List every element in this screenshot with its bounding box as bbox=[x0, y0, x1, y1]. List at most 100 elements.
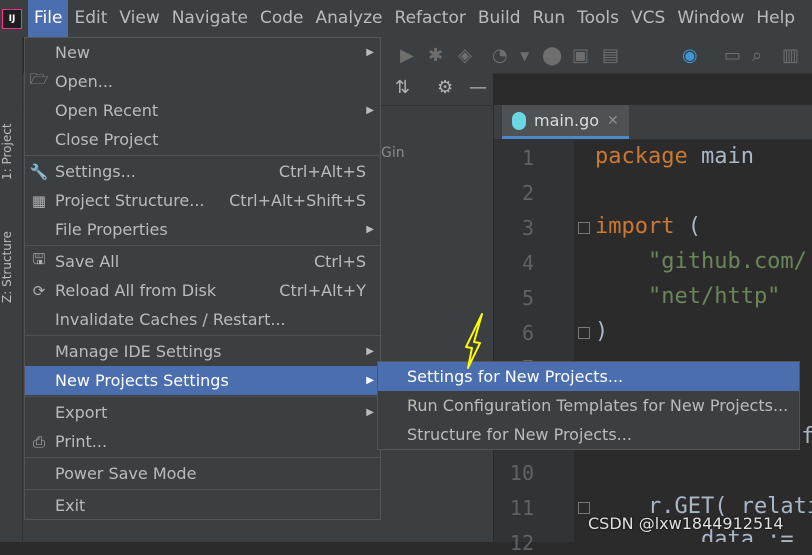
code-editor[interactable]: package main import ( "github.com/ "net/… bbox=[574, 140, 812, 542]
menu-refactor[interactable]: Refactor bbox=[389, 0, 472, 37]
tree-label-gin: Gin bbox=[381, 145, 405, 161]
submenu-item-settings-for-new-projects[interactable]: Settings for New Projects... bbox=[378, 362, 799, 391]
menu-item-save-all[interactable]: 🖫 Save All Ctrl+S bbox=[25, 247, 380, 276]
menu-item-close-project[interactable]: Close Project bbox=[25, 125, 380, 154]
save-icon: 🖫 bbox=[32, 250, 46, 268]
minimize-icon[interactable]: — bbox=[469, 77, 487, 98]
new-projects-settings-submenu: Settings for New Projects... Run Configu… bbox=[377, 361, 800, 450]
folder-icon: 🗁 bbox=[29, 70, 49, 88]
search-icon[interactable]: ⌕ bbox=[752, 45, 762, 66]
annotation-arrow-icon bbox=[465, 313, 483, 369]
attach-icon[interactable]: ▣ bbox=[572, 45, 589, 66]
menu-item-manage-ide-settings[interactable]: Manage IDE Settings ▶ bbox=[25, 337, 380, 366]
fold-marker-icon[interactable] bbox=[578, 502, 590, 514]
stop-icon[interactable]: ⬤ bbox=[542, 45, 562, 66]
menu-separator bbox=[25, 396, 380, 397]
line-number: 1 bbox=[521, 146, 534, 170]
line-number: 2 bbox=[521, 181, 534, 205]
submenu-arrow-icon: ▶ bbox=[366, 105, 374, 116]
coverage-icon[interactable]: ◈ bbox=[458, 45, 472, 66]
menu-item-file-properties[interactable]: File Properties ▶ bbox=[25, 215, 380, 244]
file-menu-popup: New ▶ 🗁 Open... Open Recent ▶ Close Proj… bbox=[24, 37, 381, 520]
code-line-5: "net/http" bbox=[595, 284, 781, 309]
code-line-3: import ( bbox=[595, 214, 701, 239]
submenu-item-structure-for-new-projects[interactable]: Structure for New Projects... bbox=[378, 420, 799, 449]
watermark: CSDN @lxw1844912514 bbox=[588, 514, 784, 533]
submenu-arrow-icon: ▶ bbox=[366, 375, 374, 386]
menu-item-power-save-mode[interactable]: Power Save Mode bbox=[25, 459, 380, 488]
menu-item-export[interactable]: Export ▶ bbox=[25, 398, 380, 427]
menu-separator bbox=[25, 335, 380, 336]
profile-icon[interactable]: ◔ bbox=[492, 45, 508, 66]
tab-project[interactable]: 1: Project bbox=[0, 107, 22, 197]
menu-run[interactable]: Run bbox=[527, 0, 572, 37]
menu-navigate[interactable]: Navigate bbox=[166, 0, 254, 37]
line-number: 11 bbox=[509, 496, 534, 520]
submenu-arrow-icon: ▶ bbox=[366, 407, 374, 418]
fold-marker-icon[interactable] bbox=[578, 327, 590, 339]
code-line-4: "github.com/ bbox=[595, 249, 807, 274]
reload-icon: ⟳ bbox=[32, 281, 46, 300]
gopher-icon bbox=[512, 111, 526, 130]
menu-window[interactable]: Window bbox=[671, 0, 750, 37]
menu-separator bbox=[25, 245, 380, 246]
menu-item-open[interactable]: 🗁 Open... bbox=[25, 67, 380, 96]
line-number: 12 bbox=[509, 531, 534, 555]
code-line-6: ) bbox=[595, 319, 609, 344]
line-number: 4 bbox=[521, 251, 534, 275]
tab-main-go[interactable]: main.go ✕ bbox=[502, 105, 629, 139]
line-number: 3 bbox=[521, 216, 534, 240]
collapse-icon[interactable]: ⇅ bbox=[395, 77, 410, 98]
menu-item-new-projects-settings[interactable]: New Projects Settings ▶ bbox=[25, 366, 380, 395]
menu-code[interactable]: Code bbox=[254, 0, 310, 37]
code-line-1: package main bbox=[595, 144, 754, 169]
menu-item-settings[interactable]: 🔧 Settings... Ctrl+Alt+S bbox=[25, 157, 380, 186]
main-toolbar: ▶ ✱ ◈ ◔ ▼ ⬤ ▣ ▤ ◉ ▭ ⌕ ▥ bbox=[380, 37, 812, 74]
menu-item-print[interactable]: ⎙ Print... bbox=[25, 427, 380, 456]
vcs-icon[interactable]: ▥ bbox=[782, 45, 799, 66]
editor-tab-bar: main.go ✕ bbox=[494, 105, 812, 140]
run-icon[interactable]: ▶ bbox=[400, 45, 414, 66]
menu-bar: IJ File Edit View Navigate Code Analyze … bbox=[0, 0, 812, 37]
tab-label: main.go bbox=[534, 111, 600, 130]
left-tool-stripe: 1: Project Z: Structure bbox=[0, 37, 23, 542]
menu-item-invalidate-caches[interactable]: Invalidate Caches / Restart... bbox=[25, 305, 380, 334]
close-icon[interactable]: ✕ bbox=[607, 113, 619, 129]
menu-separator bbox=[25, 457, 380, 458]
line-number: 10 bbox=[509, 461, 534, 485]
menu-item-open-recent[interactable]: Open Recent ▶ bbox=[25, 96, 380, 125]
line-number: 5 bbox=[521, 286, 534, 310]
debug-icon[interactable]: ✱ bbox=[428, 45, 443, 66]
menu-help[interactable]: Help bbox=[750, 0, 801, 37]
chevron-down-icon[interactable]: ▼ bbox=[520, 49, 529, 63]
menu-vcs[interactable]: VCS bbox=[625, 0, 671, 37]
menu-item-reload-all[interactable]: ⟳ Reload All from Disk Ctrl+Alt+Y bbox=[25, 276, 380, 305]
menu-analyze[interactable]: Analyze bbox=[310, 0, 389, 37]
menu-view[interactable]: View bbox=[113, 0, 165, 37]
device-icon[interactable]: ▭ bbox=[724, 45, 741, 66]
menu-tools[interactable]: Tools bbox=[571, 0, 625, 37]
menu-build[interactable]: Build bbox=[472, 0, 527, 37]
update-icon[interactable]: ◉ bbox=[682, 45, 698, 66]
menu-item-project-structure[interactable]: ▦ Project Structure... Ctrl+Alt+Shift+S bbox=[25, 186, 380, 215]
menu-item-new[interactable]: New ▶ bbox=[25, 38, 380, 67]
project-structure-icon: ▦ bbox=[31, 191, 47, 210]
menu-file[interactable]: File bbox=[28, 0, 69, 37]
menu-separator bbox=[25, 155, 380, 156]
fold-marker-icon[interactable] bbox=[578, 222, 590, 234]
submenu-item-run-config-templates[interactable]: Run Configuration Templates for New Proj… bbox=[378, 391, 799, 420]
menu-separator bbox=[25, 489, 380, 490]
print-icon: ⎙ bbox=[32, 432, 45, 451]
line-number: 6 bbox=[521, 321, 534, 345]
intellij-logo-icon: IJ bbox=[2, 8, 22, 29]
submenu-arrow-icon: ▶ bbox=[366, 224, 374, 235]
layout-icon[interactable]: ▤ bbox=[602, 45, 619, 66]
editor-gutter: 1 2 3 4 5 6 7 8 9 10 11 12 bbox=[494, 140, 574, 555]
tab-structure[interactable]: Z: Structure bbox=[0, 217, 22, 317]
menu-item-exit[interactable]: Exit bbox=[25, 491, 380, 520]
gear-icon[interactable]: ⚙ bbox=[437, 77, 453, 98]
submenu-arrow-icon: ▶ bbox=[366, 346, 374, 357]
wrench-icon: 🔧 bbox=[29, 162, 49, 181]
menu-edit[interactable]: Edit bbox=[68, 0, 113, 37]
submenu-arrow-icon: ▶ bbox=[366, 47, 374, 58]
